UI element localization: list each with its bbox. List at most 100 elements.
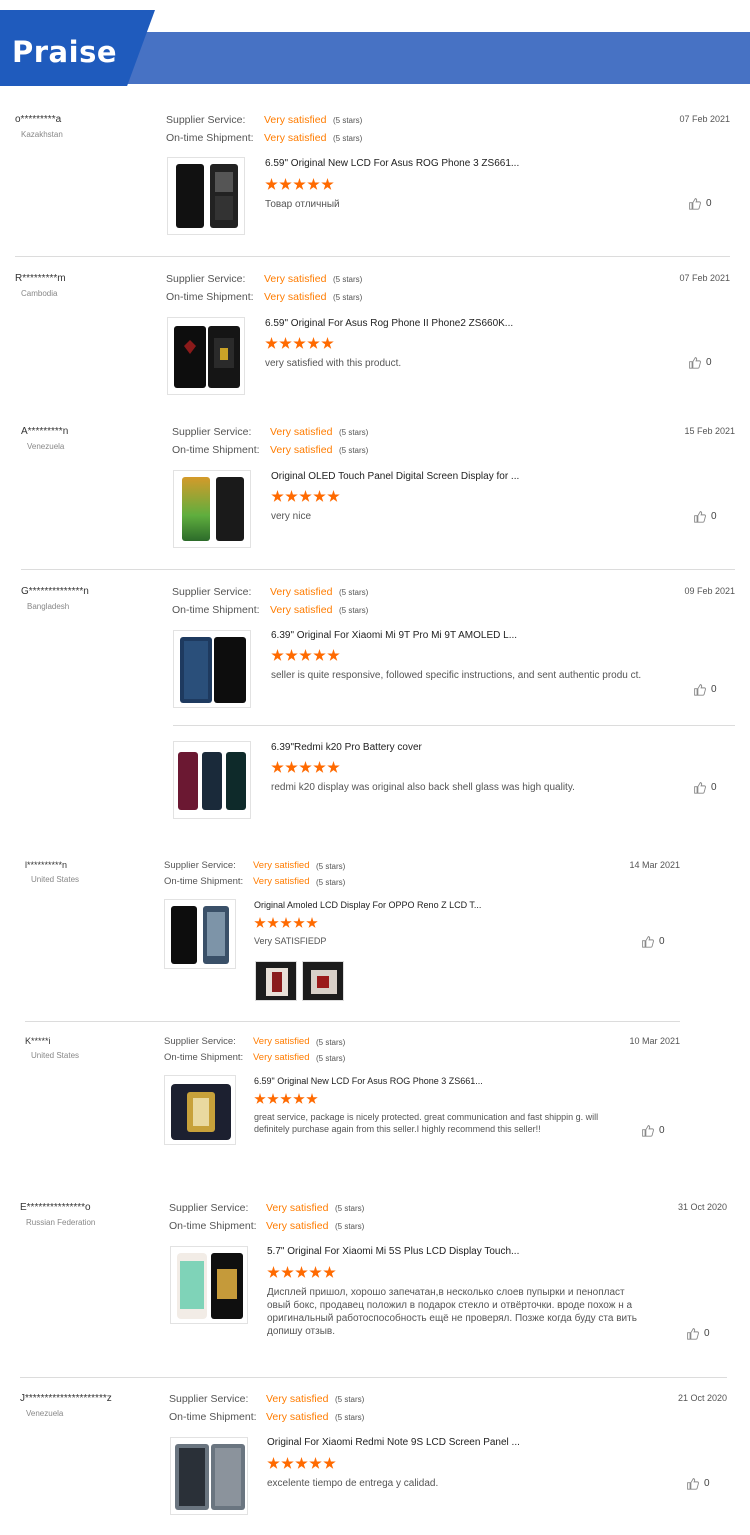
product-rating: [271, 490, 340, 504]
supplier-service-value: Very satisfied: [266, 1393, 329, 1405]
star-icon: [293, 917, 305, 928]
shipment-stars: (5 stars): [339, 606, 369, 615]
reviewer-name: K*****i: [25, 1036, 51, 1046]
like-button[interactable]: 0: [641, 1124, 665, 1137]
product-title[interactable]: Original For Xiaomi Redmi Note 9S LCD Sc…: [267, 1437, 520, 1448]
supplier-service-label: Supplier Service:: [164, 1036, 236, 1047]
star-icon: [309, 1266, 322, 1278]
review-photo[interactable]: [255, 961, 297, 1001]
reviewer-country: Cambodia: [21, 289, 58, 298]
like-count: 0: [711, 511, 717, 522]
reviewer-name: G**************n: [21, 586, 89, 597]
review-date: 07 Feb 2021: [679, 114, 730, 124]
thumbs-up-icon: [687, 1328, 699, 1340]
shipment-stars: (5 stars): [333, 293, 363, 302]
like-button[interactable]: 0: [688, 356, 712, 369]
star-icon: [267, 1093, 279, 1104]
product-rating: [267, 1266, 336, 1280]
like-button[interactable]: 0: [688, 197, 712, 210]
review-photo[interactable]: [302, 961, 344, 1001]
like-button[interactable]: 0: [641, 935, 665, 948]
product-thumbnail[interactable]: [167, 317, 245, 395]
product-title[interactable]: Original OLED Touch Panel Digital Screen…: [271, 471, 519, 482]
product-rating: [254, 1093, 318, 1107]
product-thumbnail[interactable]: [173, 741, 251, 819]
star-icon: [295, 1266, 308, 1278]
supplier-service-label: Supplier Service:: [166, 273, 246, 285]
supplier-service-stars: (5 stars): [335, 1204, 365, 1213]
like-button[interactable]: 0: [693, 510, 717, 523]
shipment-stars: (5 stars): [333, 134, 363, 143]
product-thumbnail[interactable]: [164, 1075, 236, 1145]
supplier-service-stars: (5 stars): [316, 862, 346, 871]
product-thumbnail[interactable]: [170, 1437, 248, 1515]
star-icon: [313, 761, 326, 773]
thumbs-up-icon: [689, 198, 701, 210]
thumbs-up-icon: [642, 1125, 654, 1137]
star-icon: [313, 490, 326, 502]
product-title[interactable]: 6.59" Original New LCD For Asus ROG Phon…: [265, 158, 519, 169]
star-icon: [281, 1266, 294, 1278]
supplier-service-stars: (5 stars): [339, 588, 369, 597]
thumbs-up-icon: [694, 782, 706, 794]
supplier-service-value: Very satisfied: [253, 860, 310, 871]
product-title[interactable]: 6.59" Original For Asus Rog Phone II Pho…: [265, 318, 513, 329]
thumbs-up-icon: [694, 511, 706, 523]
reviewer-country: Bangladesh: [27, 602, 70, 611]
supplier-service-value: Very satisfied: [266, 1202, 329, 1214]
review-comment: very satisfied with this product.: [265, 358, 402, 369]
reviewer-country: Venezuela: [26, 1409, 64, 1418]
thumbs-up-icon: [687, 1478, 699, 1490]
product-title[interactable]: 5.7" Original For Xiaomi Mi 5S Plus LCD …: [267, 1246, 519, 1257]
review-comment: Дисплей пришол, хорошо запечатан,в неско…: [267, 1287, 637, 1337]
reviewer-country: Russian Federation: [26, 1218, 96, 1227]
review-comment: Товар отличный: [265, 199, 340, 210]
like-button[interactable]: 0: [693, 683, 717, 696]
reviewer-country: Kazakhstan: [21, 130, 63, 139]
star-icon: [271, 649, 284, 661]
page-title: Praise: [12, 35, 117, 69]
product-thumbnail[interactable]: [164, 899, 236, 969]
shipment-value: Very satisfied: [270, 444, 333, 456]
product-title[interactable]: 6.59" Original New LCD For Asus ROG Phon…: [254, 1076, 483, 1086]
supplier-service-stars: (5 stars): [333, 116, 363, 125]
product-title[interactable]: 6.39"Redmi k20 Pro Battery cover: [271, 742, 422, 753]
star-icon: [307, 178, 320, 190]
review-date: 10 Mar 2021: [629, 1036, 680, 1046]
like-button[interactable]: 0: [686, 1327, 710, 1340]
shipment-value: Very satisfied: [264, 132, 327, 144]
shipment-stars: (5 stars): [339, 446, 369, 455]
star-icon: [321, 337, 334, 349]
shipment-stars: (5 stars): [316, 1054, 346, 1063]
reviewer-name: E***************o: [20, 1202, 91, 1213]
shipment-value: Very satisfied: [266, 1411, 329, 1423]
product-thumbnail[interactable]: [173, 630, 251, 708]
star-icon: [265, 178, 278, 190]
like-button[interactable]: 0: [693, 781, 717, 794]
star-icon: [267, 1457, 280, 1469]
product-thumbnail[interactable]: [170, 1246, 248, 1324]
product-thumbnail[interactable]: [167, 157, 245, 235]
thumbs-up-icon: [642, 936, 654, 948]
star-icon: [285, 761, 298, 773]
like-button[interactable]: 0: [686, 1477, 710, 1490]
product-rating: [265, 337, 334, 351]
star-icon: [280, 917, 292, 928]
star-icon: [323, 1266, 336, 1278]
product-title[interactable]: Original Amoled LCD Display For OPPO Ren…: [254, 900, 481, 910]
star-icon: [306, 917, 318, 928]
like-count: 0: [706, 198, 712, 209]
shipment-value: Very satisfied: [253, 1052, 310, 1063]
product-thumbnail[interactable]: [173, 470, 251, 548]
supplier-service-value: Very satisfied: [253, 1036, 310, 1047]
star-icon: [313, 649, 326, 661]
star-icon: [293, 337, 306, 349]
star-icon: [271, 761, 284, 773]
shipment-label: On-time Shipment:: [169, 1411, 257, 1423]
star-icon: [321, 178, 334, 190]
product-rating: [254, 917, 318, 931]
supplier-service-value: Very satisfied: [264, 114, 327, 126]
product-title[interactable]: 6.39" Original For Xiaomi Mi 9T Pro Mi 9…: [271, 630, 517, 641]
supplier-service-label: Supplier Service:: [169, 1202, 249, 1214]
star-icon: [327, 761, 340, 773]
